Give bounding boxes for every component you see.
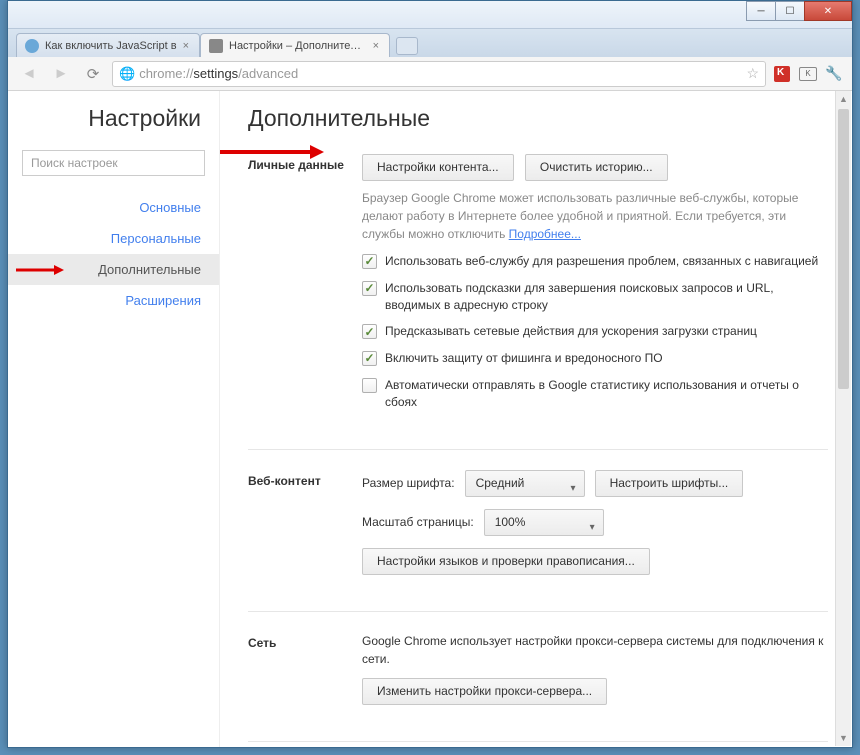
clear-history-button[interactable]: Очистить историю... xyxy=(525,154,668,181)
page-zoom-label: Масштаб страницы: xyxy=(362,515,474,529)
scroll-down-icon[interactable]: ▼ xyxy=(836,730,851,746)
url-text: chrome://settings/advanced xyxy=(139,66,298,81)
red-arrow-icon xyxy=(16,264,64,276)
section-privacy: Личные данные Настройки контента... Очис… xyxy=(248,154,828,421)
privacy-description: Браузер Google Chrome может использовать… xyxy=(362,189,828,243)
address-bar[interactable]: 🌐 chrome://settings/advanced ☆ xyxy=(112,61,766,87)
checkbox[interactable]: ✓ xyxy=(362,281,377,296)
checkbox[interactable]: ✓ xyxy=(362,254,377,269)
settings-main: Дополнительные Личные данные Настройки к… xyxy=(220,91,852,747)
languages-spellcheck-button[interactable]: Настройки языков и проверки правописания… xyxy=(362,548,650,575)
separator xyxy=(248,611,828,612)
page-zoom-select[interactable]: 100% xyxy=(484,509,604,536)
wrench-menu-icon[interactable]: 🔧 xyxy=(824,64,844,84)
tab-close-icon[interactable]: × xyxy=(373,40,379,52)
privacy-check-3: ✓ Включить защиту от фишинга и вредоносн… xyxy=(362,350,828,367)
scroll-thumb[interactable] xyxy=(838,109,849,389)
proxy-settings-button[interactable]: Изменить настройки прокси-сервера... xyxy=(362,678,607,705)
globe-icon: 🌐 xyxy=(119,66,135,82)
sidebar-item-basic[interactable]: Основные xyxy=(8,192,219,223)
content-settings-button[interactable]: Настройки контента... xyxy=(362,154,514,181)
separator xyxy=(248,741,828,742)
sidebar-item-extensions[interactable]: Расширения xyxy=(8,285,219,316)
settings-favicon-icon xyxy=(209,39,223,53)
window-titlebar: ─ ☐ ✕ xyxy=(8,1,852,29)
red-arrow-icon xyxy=(220,144,324,160)
section-label: Веб-контент xyxy=(248,470,344,583)
browser-tab-0[interactable]: Как включить JavaScript в × xyxy=(16,33,200,57)
checkbox[interactable]: ✓ xyxy=(362,324,377,339)
close-button[interactable]: ✕ xyxy=(804,1,852,21)
favicon-icon xyxy=(25,39,39,53)
network-description: Google Chrome использует настройки прокс… xyxy=(362,632,828,668)
browser-tab-1[interactable]: Настройки – Дополнительн × xyxy=(200,33,390,57)
section-network: Сеть Google Chrome использует настройки … xyxy=(248,632,828,713)
vertical-scrollbar[interactable]: ▲ ▼ xyxy=(835,91,851,746)
font-size-label: Размер шрифта: xyxy=(362,476,455,490)
tab-strip: Как включить JavaScript в × Настройки – … xyxy=(8,29,852,57)
sidebar-item-personal[interactable]: Персональные xyxy=(8,223,219,254)
search-settings-input[interactable]: Поиск настроек xyxy=(22,150,205,176)
browser-toolbar: ◄ ► ⟳ 🌐 chrome://settings/advanced ☆ K 🔧 xyxy=(8,57,852,91)
page-title: Дополнительные xyxy=(248,105,828,132)
bookmark-star-icon[interactable]: ☆ xyxy=(746,65,759,82)
tab-title: Как включить JavaScript в xyxy=(45,40,177,52)
back-button[interactable]: ◄ xyxy=(16,61,42,87)
checkbox[interactable] xyxy=(362,378,377,393)
separator xyxy=(248,449,828,450)
privacy-check-1: ✓ Использовать подсказки для завершения … xyxy=(362,280,828,314)
privacy-check-0: ✓ Использовать веб-службу для разрешения… xyxy=(362,253,828,270)
learn-more-link[interactable]: Подробнее... xyxy=(509,227,581,241)
minimize-button[interactable]: ─ xyxy=(746,1,776,21)
sidebar-title: Настройки xyxy=(8,105,219,132)
forward-button[interactable]: ► xyxy=(48,61,74,87)
section-label: Сеть xyxy=(248,632,344,713)
reload-button[interactable]: ⟳ xyxy=(80,61,106,87)
section-web-content: Веб-контент Размер шрифта: Средний Настр… xyxy=(248,470,828,583)
keyboard-icon[interactable]: K xyxy=(798,64,818,84)
privacy-check-4: Автоматически отправлять в Google статис… xyxy=(362,377,828,411)
font-size-select[interactable]: Средний xyxy=(465,470,585,497)
settings-sidebar: Настройки Поиск настроек Основные Персон… xyxy=(8,91,220,747)
browser-window: ─ ☐ ✕ Как включить JavaScript в × Настро… xyxy=(7,0,853,748)
tab-title: Настройки – Дополнительн xyxy=(229,40,367,52)
tab-close-icon[interactable]: × xyxy=(183,40,189,52)
sidebar-item-advanced[interactable]: Дополнительные xyxy=(8,254,219,285)
new-tab-button[interactable] xyxy=(396,37,418,55)
maximize-button[interactable]: ☐ xyxy=(775,1,805,21)
kaspersky-icon[interactable] xyxy=(772,64,792,84)
settings-page: Настройки Поиск настроек Основные Персон… xyxy=(8,91,852,747)
section-label: Личные данные xyxy=(248,154,344,421)
configure-fonts-button[interactable]: Настроить шрифты... xyxy=(595,470,744,497)
privacy-check-2: ✓ Предсказывать сетевые действия для уск… xyxy=(362,323,828,340)
scroll-up-icon[interactable]: ▲ xyxy=(836,91,851,107)
checkbox[interactable]: ✓ xyxy=(362,351,377,366)
